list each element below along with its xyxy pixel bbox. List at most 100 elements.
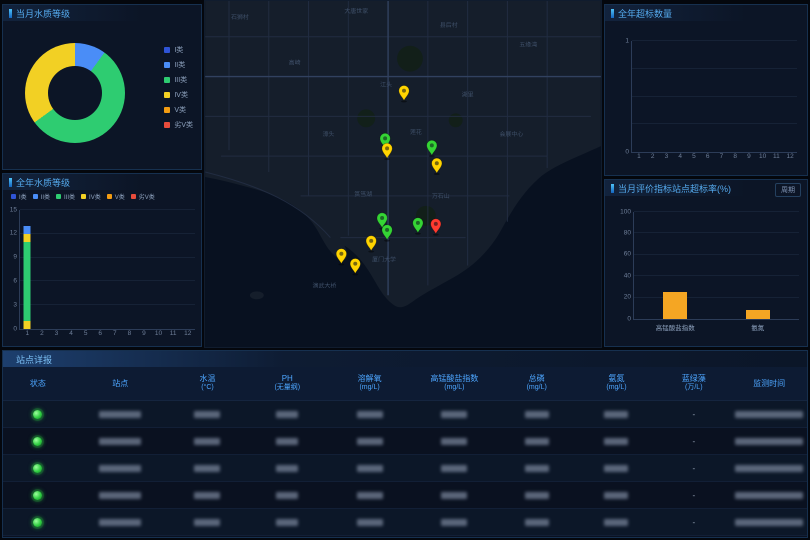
legend-item[interactable]: V类 bbox=[107, 192, 125, 201]
rate-bar-chart[interactable]: 020406080100高锰酸盐指数氨氮 bbox=[633, 212, 799, 320]
period-selector[interactable]: 周期 bbox=[775, 183, 801, 197]
masked-value bbox=[525, 438, 549, 445]
masked-value bbox=[194, 438, 220, 445]
masked-value bbox=[735, 465, 803, 472]
y-axis-tick: 15 bbox=[10, 207, 20, 214]
column-header-name: 水温 bbox=[199, 374, 215, 384]
column-header-name: 高锰酸盐指数 bbox=[430, 374, 478, 384]
legend-swatch bbox=[81, 194, 86, 199]
table-cell bbox=[731, 519, 807, 526]
table-row[interactable]: - bbox=[3, 401, 807, 428]
legend-item[interactable]: II类 bbox=[33, 192, 50, 201]
gridline bbox=[20, 280, 195, 281]
dashboard: 当月水质等级 I类II类III类IV类V类劣V类 全年水质等级 I类II类III… bbox=[0, 0, 810, 540]
gridline bbox=[632, 40, 797, 41]
legend-label: I类 bbox=[19, 192, 27, 201]
table-row[interactable]: - bbox=[3, 509, 807, 536]
panel-title-icon bbox=[611, 9, 614, 18]
masked-value bbox=[735, 438, 803, 445]
gridline bbox=[634, 275, 799, 276]
column-header: 总磷(mg/L) bbox=[497, 367, 577, 400]
table-cell bbox=[497, 492, 577, 499]
table-cell bbox=[73, 519, 168, 526]
legend-swatch bbox=[107, 194, 112, 199]
exceed-line-chart[interactable]: 01123456789101112 bbox=[631, 41, 797, 153]
legend-item[interactable]: I类 bbox=[164, 45, 193, 55]
legend-item[interactable]: III类 bbox=[164, 75, 193, 85]
legend-label: III类 bbox=[64, 192, 75, 201]
masked-value bbox=[604, 465, 628, 472]
table-cell bbox=[73, 411, 168, 418]
table-cell bbox=[3, 518, 73, 527]
legend-label: IV类 bbox=[89, 192, 101, 201]
x-axis-tick: 7 bbox=[720, 152, 724, 161]
column-header: 高锰酸盐指数(mg/L) bbox=[412, 367, 497, 400]
gridline bbox=[634, 297, 799, 298]
map-place-label: 五缘湾 bbox=[519, 41, 537, 49]
table-cell bbox=[731, 492, 807, 499]
legend-swatch bbox=[164, 77, 170, 83]
x-axis-tick: 8 bbox=[128, 329, 132, 338]
table-row[interactable]: - bbox=[3, 482, 807, 509]
legend-item[interactable]: III类 bbox=[56, 192, 75, 201]
column-header: 站点 bbox=[73, 367, 168, 400]
masked-value bbox=[357, 519, 383, 526]
x-axis-tick: 10 bbox=[155, 329, 162, 338]
table-cell bbox=[73, 438, 168, 445]
table-cell bbox=[731, 438, 807, 445]
algae-value: - bbox=[692, 410, 695, 419]
donut-chart[interactable] bbox=[25, 43, 125, 143]
column-header: 监测时间 bbox=[731, 367, 807, 400]
masked-value bbox=[441, 411, 467, 418]
table-cell bbox=[247, 465, 327, 472]
legend-item[interactable]: IV类 bbox=[81, 192, 101, 201]
map[interactable]: 石狮村大唐世家县后村五缘湾高崎江头湖里濠头莲花会展中心筼筜湖万石山厦门大学演武大… bbox=[204, 0, 602, 348]
masked-value bbox=[735, 492, 803, 499]
legend-item[interactable]: 劣V类 bbox=[164, 120, 193, 130]
status-indicator bbox=[33, 437, 42, 446]
table-cell bbox=[412, 519, 497, 526]
table-row[interactable]: - bbox=[3, 428, 807, 455]
rate-bar[interactable] bbox=[746, 310, 770, 319]
legend-item[interactable]: IV类 bbox=[164, 90, 193, 100]
masked-value bbox=[99, 465, 141, 472]
map-place-label: 筼筜湖 bbox=[354, 190, 372, 198]
panel-title-icon bbox=[9, 9, 12, 18]
annual-bar-chart[interactable]: 03691215123456789101112 bbox=[19, 210, 195, 330]
rate-bar[interactable] bbox=[663, 292, 687, 319]
panel-title: 当月水质等级 bbox=[16, 7, 70, 20]
table-cell bbox=[247, 492, 327, 499]
map-place-label: 厦门大学 bbox=[372, 255, 396, 263]
legend-swatch bbox=[164, 122, 170, 128]
x-axis-tick: 11 bbox=[170, 329, 177, 338]
table-row[interactable]: - bbox=[3, 455, 807, 482]
panel-title-icon bbox=[611, 184, 614, 193]
x-axis-tick: 7 bbox=[113, 329, 117, 338]
panel-title-icon bbox=[9, 178, 12, 187]
gridline bbox=[632, 96, 797, 97]
stacked-bar[interactable] bbox=[24, 226, 31, 329]
table-cell: - bbox=[656, 410, 731, 419]
table-cell bbox=[73, 492, 168, 499]
panel-header: 全年水质等级 bbox=[3, 174, 201, 190]
legend-item[interactable]: II类 bbox=[164, 60, 193, 70]
annual-legend: I类 II类 III类 IV类 V类劣V类 bbox=[11, 192, 199, 201]
table-cell bbox=[3, 491, 73, 500]
legend-label: I类 bbox=[174, 45, 183, 55]
table-cell bbox=[247, 411, 327, 418]
bar-segment bbox=[24, 242, 31, 321]
algae-value: - bbox=[692, 464, 695, 473]
table-title: 站点详报 bbox=[16, 353, 52, 366]
column-header-name: 总磷 bbox=[529, 374, 545, 384]
legend-item[interactable]: V类 bbox=[164, 105, 193, 115]
algae-value: - bbox=[692, 437, 695, 446]
legend-item[interactable]: I类 bbox=[11, 192, 27, 201]
station-table-panel: 站点详报 状态站点水温(°C)PH(无量纲)溶解氧(mg/L)高锰酸盐指数(mg… bbox=[2, 350, 808, 538]
table-cell bbox=[168, 465, 248, 472]
legend-label: IV类 bbox=[174, 90, 188, 100]
masked-value bbox=[604, 438, 628, 445]
legend-item[interactable]: 劣V类 bbox=[131, 192, 155, 201]
table-cell bbox=[497, 465, 577, 472]
legend-label: III类 bbox=[174, 75, 187, 85]
table-cell bbox=[327, 411, 412, 418]
